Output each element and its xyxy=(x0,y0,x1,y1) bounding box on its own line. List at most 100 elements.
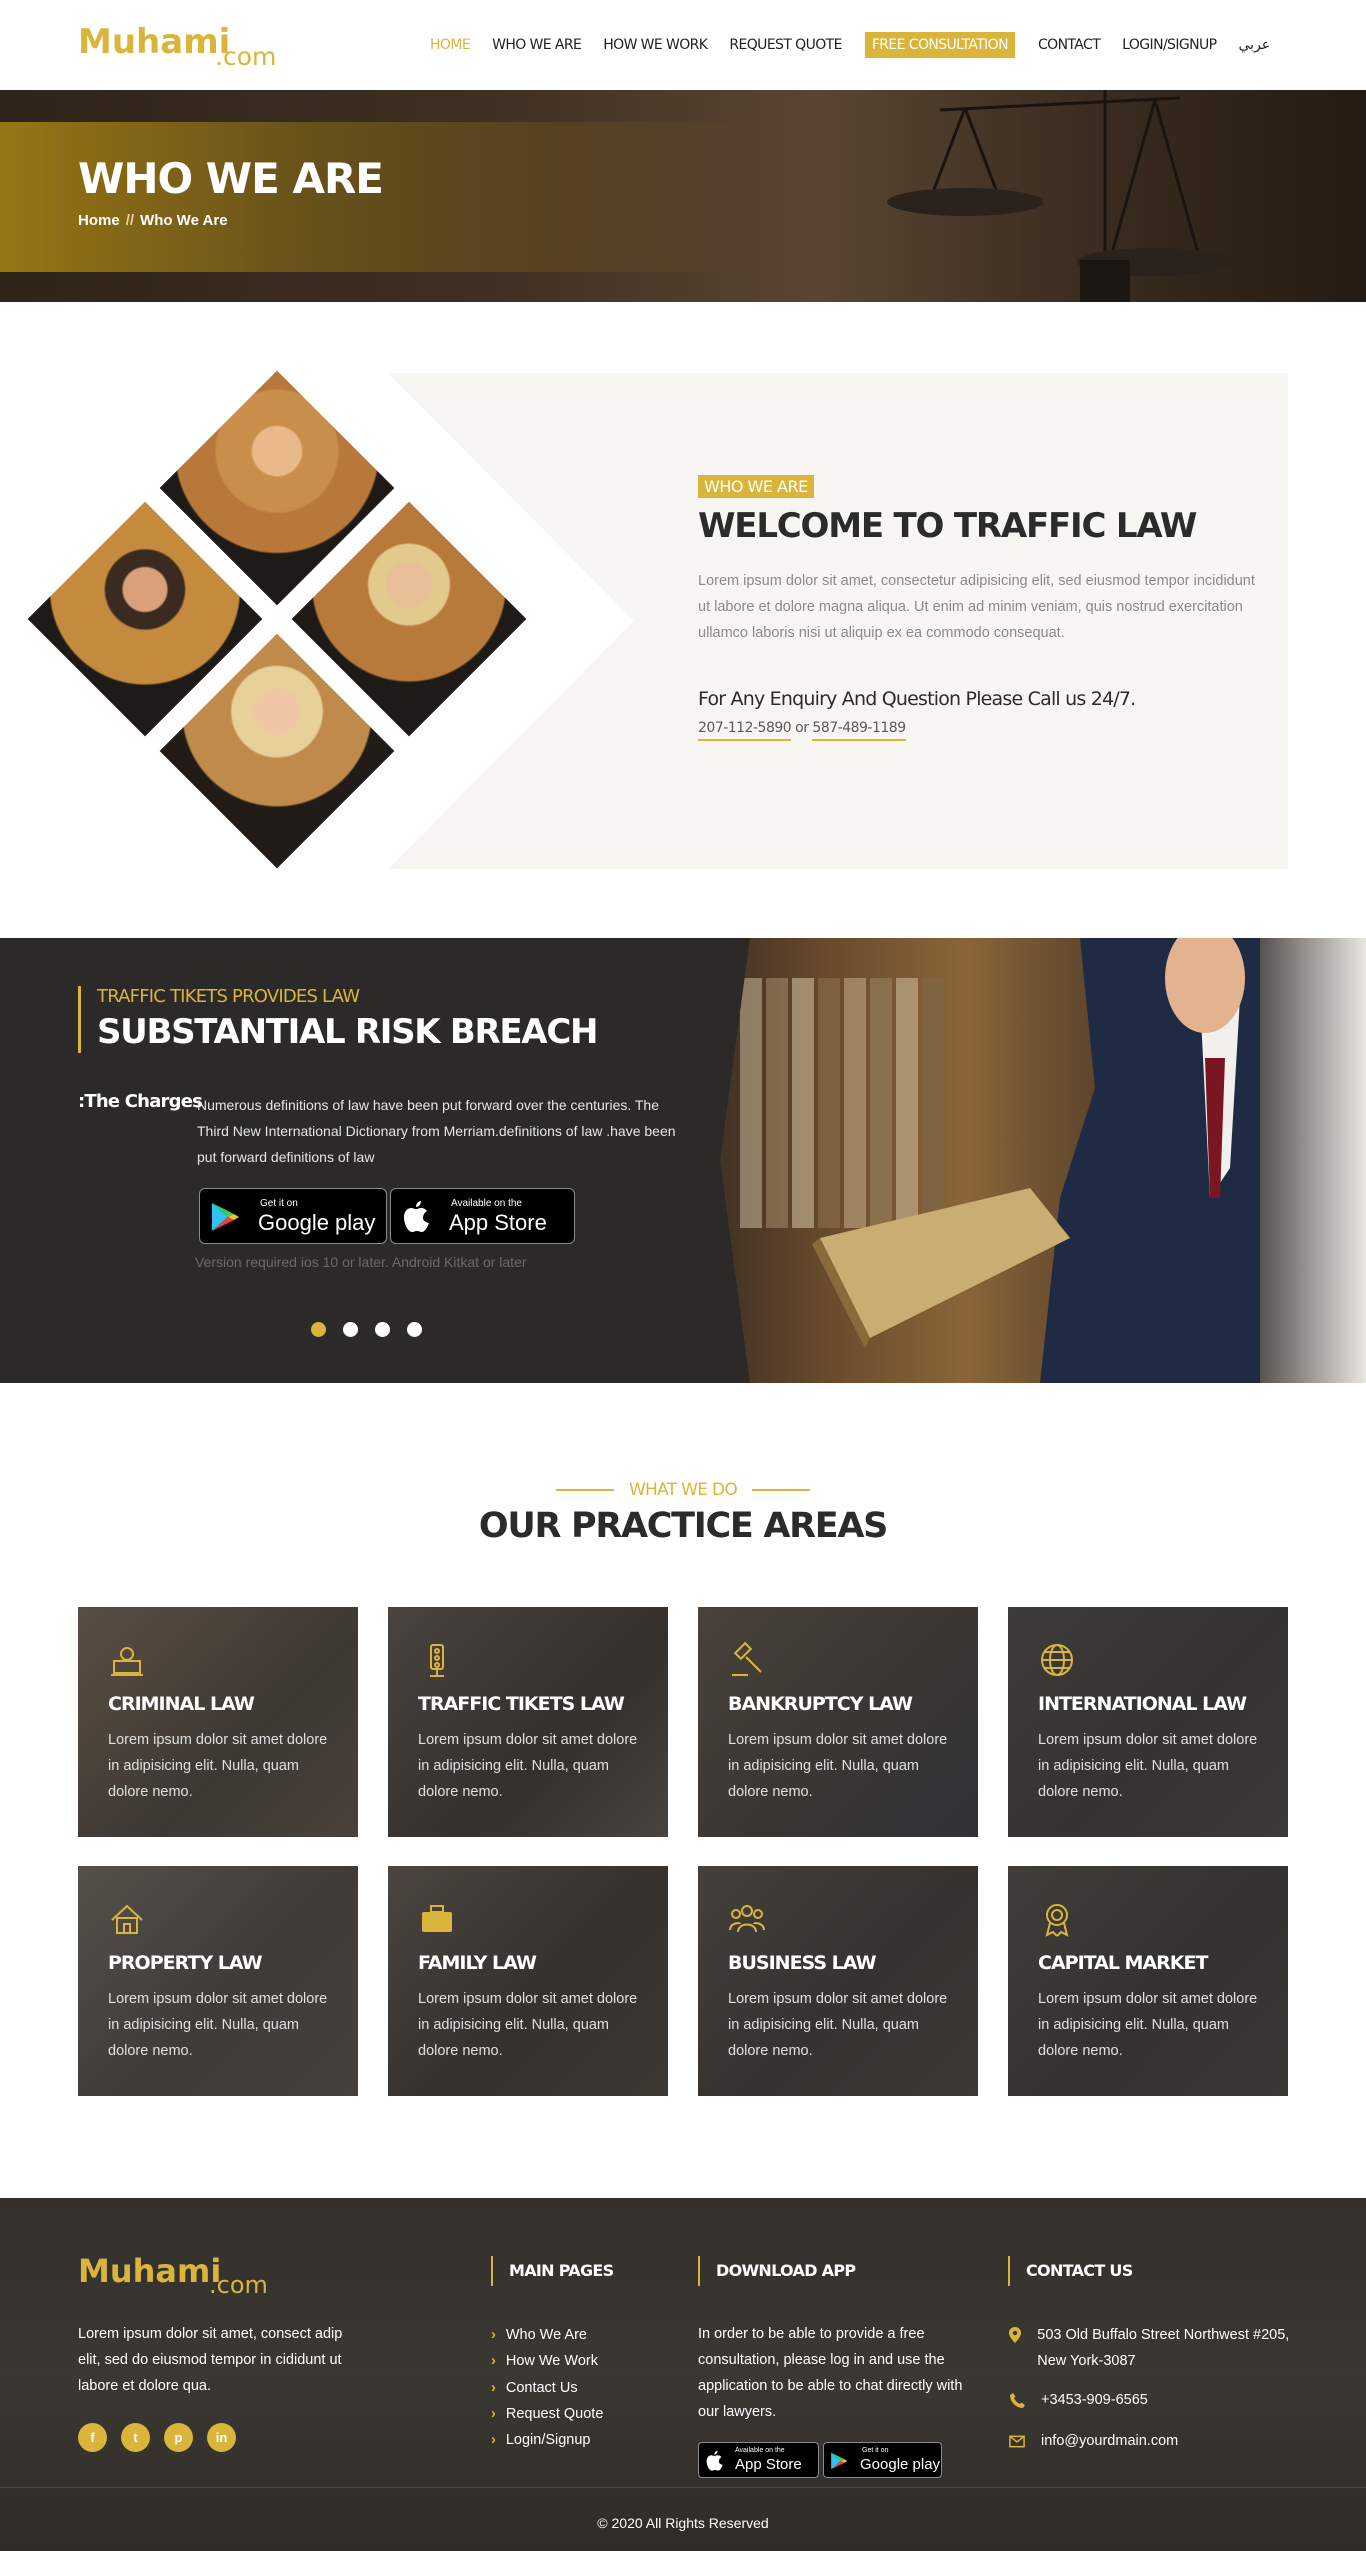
card-title: FAMILY LAW xyxy=(418,1952,537,1974)
footer-link-who-we-are[interactable]: Who We Are xyxy=(491,2322,603,2348)
footer-google-play-small: Get it on xyxy=(862,2447,889,2454)
app-store-badge[interactable]: Available on the App Store xyxy=(390,1188,575,1244)
card-title: BUSINESS LAW xyxy=(728,1952,877,1974)
house-icon xyxy=(111,1904,143,1934)
version-note: Version required ios 10 or later. Androi… xyxy=(195,1254,527,1270)
practice-card-business-law[interactable]: BUSINESS LAW Lorem ipsum dolor sit amet … xyxy=(698,1866,978,2096)
practice-eyebrow: WHAT WE DO xyxy=(555,1480,811,1500)
nav-language-arabic[interactable]: عربي xyxy=(1228,32,1282,58)
twitter-icon[interactable]: t xyxy=(121,2423,150,2452)
google-play-big-text: Google play xyxy=(258,1210,376,1235)
social-links: f t p in xyxy=(78,2423,236,2452)
app-store-small-text: Available on the xyxy=(451,1198,522,1209)
award-icon xyxy=(1045,1904,1069,1937)
practice-card-criminal-law[interactable]: CRIMINAL LAW Lorem ipsum dolor sit amet … xyxy=(78,1607,358,1837)
slider-dot-3[interactable] xyxy=(375,1322,390,1337)
app-store-big-text: App Store xyxy=(449,1210,547,1235)
phone-link-1[interactable]: 207-112-5890 xyxy=(698,720,792,741)
breadcrumb-home-link[interactable]: Home xyxy=(78,212,120,229)
phone-or: or xyxy=(795,720,809,736)
download-app-title: DOWNLOAD APP xyxy=(698,2256,856,2286)
main-pages-links: Who We Are How We Work Contact Us Reques… xyxy=(491,2322,604,2453)
nav-how-we-work[interactable]: HOW WE WORK xyxy=(592,32,718,58)
banner-subtitle: TRAFFIC TIKETS PROVIDES LAW xyxy=(97,986,360,1007)
banner-accent-line xyxy=(78,986,81,1053)
footer-logo-brand: Muhami xyxy=(78,2252,222,2290)
nav-home[interactable]: HOME xyxy=(419,32,481,58)
footer-link-request-quote[interactable]: Request Quote xyxy=(491,2401,604,2427)
charges-text: Numerous definitions of law have been pu… xyxy=(197,1097,676,1165)
phone-numbers: 207-112-5890 or 587-489-1189 xyxy=(698,720,1258,741)
footer-app-store-small: Available on the xyxy=(735,2447,785,2454)
welcome-title: WELCOME TO TRAFFIC LAW xyxy=(698,506,1197,546)
footer-logo[interactable]: Muhami .com xyxy=(78,2252,298,2300)
charges-title: :The Charges xyxy=(78,1091,203,1112)
footer-app-store-big: App Store xyxy=(735,2456,802,2473)
card-title: CRIMINAL LAW xyxy=(108,1693,255,1715)
main-nav: HOME WHO WE ARE HOW WE WORK REQUEST QUOT… xyxy=(419,32,1281,58)
slider-dot-4[interactable] xyxy=(407,1322,422,1337)
phone-text[interactable]: +3453-909-6565 xyxy=(1041,2387,1148,2413)
contact-email: info@yourdmain.com xyxy=(1009,2428,1178,2454)
footer-link-contact-us[interactable]: Contact Us xyxy=(491,2375,603,2401)
card-text: Lorem ipsum dolor sit amet dolore in adi… xyxy=(728,1732,948,1800)
practice-card-property-law[interactable]: PROPERTY LAW Lorem ipsum dolor sit amet … xyxy=(78,1866,358,2096)
globe-icon xyxy=(1041,1644,1073,1676)
briefcase-icon xyxy=(422,1905,452,1932)
team-icon xyxy=(729,1905,765,1933)
card-title: CAPITAL MARKET xyxy=(1038,1952,1208,1974)
footer-google-play-big: Google play xyxy=(860,2456,941,2473)
linkedin-icon[interactable]: in xyxy=(207,2423,236,2452)
app-banner: TRAFFIC TIKETS PROVIDES LAW SUBSTANTIAL … xyxy=(0,938,1366,1383)
logo-brand: Muhami xyxy=(78,22,231,62)
practice-card-traffic-tikets-law[interactable]: TRAFFIC TIKETS LAW Lorem ipsum dolor sit… xyxy=(388,1607,668,1837)
footer-logo-tld: .com xyxy=(209,2271,268,2299)
nav-free-consultation-button[interactable]: FREE CONSULTATION xyxy=(864,32,1015,58)
contact-phone: +3453-909-6565 xyxy=(1009,2387,1148,2413)
practice-card-family-law[interactable]: FAMILY LAW Lorem ipsum dolor sit amet do… xyxy=(388,1866,668,2096)
footer-google-play-badge[interactable]: Get it on Google play xyxy=(823,2442,942,2478)
facebook-icon[interactable]: f xyxy=(78,2423,107,2452)
practice-areas-heading: WHAT WE DO OUR PRACTICE AREAS xyxy=(0,1478,1366,1546)
nav-request-quote[interactable]: REQUEST QUOTE xyxy=(718,32,852,58)
email-text[interactable]: info@yourdmain.com xyxy=(1041,2428,1178,2454)
card-text: Lorem ipsum dolor sit amet dolore in adi… xyxy=(1038,1732,1258,1800)
nav-contact[interactable]: CONTACT xyxy=(1027,32,1111,58)
card-title: BANKRUPTCY LAW xyxy=(728,1693,913,1715)
practice-card-bankruptcy-law[interactable]: BANKRUPTCY LAW Lorem ipsum dolor sit ame… xyxy=(698,1607,978,1837)
footer-link-how-we-work[interactable]: How We Work xyxy=(491,2348,603,2374)
card-title: PROPERTY LAW xyxy=(108,1952,263,1974)
practice-title: OUR PRACTICE AREAS xyxy=(478,1506,889,1546)
criminal-law-icon xyxy=(111,1647,143,1676)
card-title: TRAFFIC TIKETS LAW xyxy=(418,1693,625,1715)
lawyer-reading-photo xyxy=(700,938,1366,1383)
envelope-icon xyxy=(1009,2428,1025,2454)
card-text: Lorem ipsum dolor sit amet dolore in adi… xyxy=(418,1732,638,1800)
breadcrumb: Home // Who We Are xyxy=(78,212,228,229)
google-play-icon xyxy=(212,1203,239,1231)
pinterest-icon[interactable]: p xyxy=(164,2423,193,2452)
phone-link-2[interactable]: 587-489-1189 xyxy=(812,720,906,741)
address-text: 503 Old Buffalo Street Northwest #205, N… xyxy=(1037,2327,1290,2369)
nav-login-signup[interactable]: LOGIN/SIGNUP xyxy=(1111,32,1227,58)
welcome-tag: WHO WE ARE xyxy=(698,475,814,498)
contact-address: 503 Old Buffalo Street Northwest #205, N… xyxy=(1009,2322,1309,2374)
traffic-light-icon xyxy=(430,1644,444,1677)
slider-dot-2[interactable] xyxy=(343,1322,358,1337)
google-play-badge[interactable]: Get it on Google play xyxy=(199,1188,387,1244)
banner-title: SUBSTANTIAL RISK BREACH xyxy=(97,1012,598,1052)
practice-card-international-law[interactable]: INTERNATIONAL LAW Lorem ipsum dolor sit … xyxy=(1008,1607,1288,1837)
nav-who-we-are[interactable]: WHO WE ARE xyxy=(481,32,592,58)
welcome-content: WHO WE ARE WELCOME TO TRAFFIC LAW Lorem … xyxy=(698,475,1258,741)
apple-icon xyxy=(706,2450,723,2471)
google-play-small-text: Get it on xyxy=(260,1198,298,1209)
phone-icon xyxy=(1009,2387,1025,2413)
slider-dot-1[interactable] xyxy=(311,1322,326,1337)
footer-app-store-badge[interactable]: Available on the App Store xyxy=(698,2442,819,2478)
footer-link-login-signup[interactable]: Login/Signup xyxy=(491,2427,603,2453)
google-play-icon xyxy=(831,2452,848,2470)
practice-card-capital-market[interactable]: CAPITAL MARKET Lorem ipsum dolor sit ame… xyxy=(1008,1866,1288,2096)
gavel-icon xyxy=(732,1641,762,1676)
page-hero: WHO WE ARE Home // Who We Are xyxy=(0,90,1366,302)
footer-divider xyxy=(0,2487,1366,2488)
